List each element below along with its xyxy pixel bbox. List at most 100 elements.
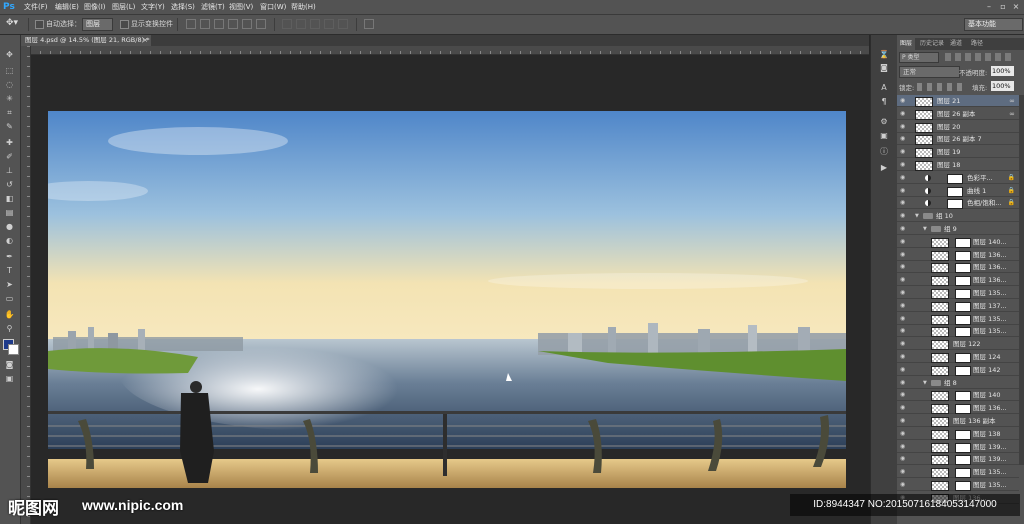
layer-row[interactable]: ◉ 曲线 1 🔒 — [897, 185, 1019, 197]
layer-mask-thumbnail[interactable] — [955, 289, 971, 299]
layer-thumbnail[interactable] — [915, 148, 933, 159]
visibility-eye-icon[interactable]: ◉ — [900, 135, 908, 142]
menu-image[interactable]: 图像(I) — [84, 0, 106, 14]
adjustments-panel-icon[interactable]: ⚙ — [878, 117, 890, 127]
styles-panel-icon[interactable]: ▣ — [878, 131, 890, 141]
layer-mask-thumbnail[interactable] — [955, 314, 971, 325]
menu-type[interactable]: 文字(Y) — [141, 0, 165, 14]
distribute-vcenter-icon[interactable] — [296, 19, 306, 29]
group-expand-icon[interactable]: ▼ — [923, 223, 927, 235]
layer-thumbnail[interactable] — [915, 122, 933, 133]
layer-row[interactable]: ◉ 图层 136... — [897, 402, 1019, 415]
layer-thumbnail[interactable] — [931, 276, 949, 287]
visibility-eye-icon[interactable]: ◉ — [900, 468, 908, 475]
screen-mode-icon[interactable]: ▣ — [3, 373, 16, 384]
layer-row[interactable]: ◉ 图层 142 — [897, 364, 1019, 376]
dodge-tool-icon[interactable]: ◐ — [3, 235, 16, 246]
layer-row[interactable]: ◉ 图层 140... — [897, 236, 1019, 248]
layer-row[interactable]: ◉ 图层 135... — [897, 479, 1019, 491]
pen-tool-icon[interactable]: ✒ — [3, 251, 16, 262]
properties-panel-icon[interactable]: ◙ — [878, 63, 890, 73]
document-tab[interactable]: 图层 4.psd @ 14.5% (图层 21, RGB/8) * × — [21, 35, 151, 46]
visibility-eye-icon[interactable]: ◉ — [900, 110, 908, 117]
type-tool-icon[interactable]: T — [3, 265, 16, 276]
layer-mask-thumbnail[interactable] — [955, 468, 971, 479]
layer-thumbnail[interactable] — [931, 353, 949, 363]
visibility-eye-icon[interactable]: ◉ — [900, 327, 908, 334]
layer-thumbnail[interactable] — [931, 237, 949, 248]
move-tool-icon[interactable]: ✥▾ — [6, 18, 18, 28]
menu-help[interactable]: 帮助(H) — [291, 0, 316, 14]
visibility-eye-icon[interactable]: ◉ — [900, 455, 908, 462]
layer-row[interactable]: ◉ 图层 135... — [897, 325, 1019, 338]
quick-mask-icon[interactable]: ◙ — [3, 359, 16, 370]
layer-thumbnail[interactable] — [915, 109, 933, 120]
visibility-eye-icon[interactable]: ◉ — [900, 212, 908, 219]
layer-mask-thumbnail[interactable] — [955, 442, 971, 453]
history-panel-icon[interactable]: ⌛ — [878, 50, 890, 60]
layer-row[interactable]: ◉ 图层 137... — [897, 300, 1019, 312]
layer-thumbnail[interactable] — [931, 340, 949, 351]
layer-row[interactable]: ◉ 图层 136... — [897, 261, 1019, 274]
visibility-eye-icon[interactable]: ◉ — [900, 263, 908, 270]
layer-thumbnail[interactable] — [931, 481, 949, 491]
crop-tool-icon[interactable]: ⌗ — [3, 107, 16, 118]
layer-mask-thumbnail[interactable] — [955, 455, 971, 466]
workspace-dropdown[interactable]: 基本功能 — [964, 18, 1023, 31]
layer-mask-thumbnail[interactable] — [955, 327, 971, 338]
gradient-tool-icon[interactable]: ▤ — [3, 207, 16, 218]
lasso-tool-icon[interactable]: ◌ — [3, 79, 16, 90]
visibility-eye-icon[interactable]: ◉ — [900, 148, 908, 155]
layer-row[interactable]: ◉ 图层 18 — [897, 159, 1019, 171]
align-right-icon[interactable] — [256, 19, 266, 29]
layer-row[interactable]: ◉ 图层 19 — [897, 146, 1019, 159]
align-hcenter-icon[interactable] — [242, 19, 252, 29]
layer-kind-filter[interactable]: P 类型 — [899, 52, 939, 63]
tab-layers[interactable]: 图层 — [897, 38, 916, 50]
opacity-field[interactable]: 100% — [991, 66, 1014, 76]
auto-align-icon[interactable] — [364, 19, 374, 29]
layer-mask-thumbnail[interactable] — [955, 404, 971, 415]
filter-icons[interactable] — [945, 53, 1015, 61]
layer-thumbnail[interactable] — [931, 442, 949, 453]
layer-row[interactable]: ◉ 图层 124 — [897, 351, 1019, 363]
healing-brush-icon[interactable]: ✚ — [3, 137, 16, 148]
layer-mask-thumbnail[interactable] — [955, 353, 971, 363]
tab-channels[interactable]: 通道 — [947, 38, 965, 50]
layer-thumbnail[interactable] — [931, 429, 949, 440]
layer-row[interactable]: ◉ 图层 140 — [897, 389, 1019, 402]
visibility-eye-icon[interactable]: ◉ — [900, 225, 908, 232]
layer-mask-thumbnail[interactable] — [955, 276, 971, 287]
layer-thumbnail[interactable] — [931, 263, 949, 274]
layer-thumbnail[interactable] — [931, 365, 949, 376]
tab-paths[interactable]: 路径 — [968, 38, 986, 50]
visibility-eye-icon[interactable]: ◉ — [900, 187, 908, 194]
menu-window[interactable]: 窗口(W) — [260, 0, 286, 14]
info-panel-icon[interactable]: ⓘ — [878, 147, 890, 157]
layer-thumbnail[interactable] — [931, 250, 949, 261]
distribute-bottom-icon[interactable] — [310, 19, 320, 29]
auto-select-checkbox[interactable] — [35, 20, 44, 29]
menu-layer[interactable]: 图层(L) — [112, 0, 135, 14]
layer-mask-thumbnail[interactable] — [947, 173, 963, 184]
layer-group-row[interactable]: ◉ ▼ 组 10 — [897, 210, 1019, 223]
history-brush-icon[interactable]: ↺ — [3, 179, 16, 190]
layer-row[interactable]: ◉ 图层 20 — [897, 121, 1019, 133]
eraser-tool-icon[interactable]: ◧ — [3, 193, 16, 204]
background-color-swatch[interactable] — [8, 344, 19, 355]
visibility-eye-icon[interactable]: ◉ — [900, 404, 908, 411]
group-expand-icon[interactable]: ▼ — [923, 377, 927, 389]
layer-thumbnail[interactable] — [931, 301, 949, 312]
layer-row[interactable]: ◉ 图层 136... — [897, 274, 1019, 287]
visibility-eye-icon[interactable]: ◉ — [900, 199, 908, 206]
menu-edit[interactable]: 编辑(E) — [55, 0, 79, 14]
layer-mask-thumbnail[interactable] — [955, 263, 971, 274]
layer-thumbnail[interactable] — [915, 97, 933, 107]
visibility-eye-icon[interactable]: ◉ — [900, 417, 908, 424]
visibility-eye-icon[interactable]: ◉ — [900, 123, 908, 130]
layer-row[interactable]: ◉ 图层 135... — [897, 466, 1019, 479]
layer-row[interactable]: ◉ 图层 136... — [897, 249, 1019, 261]
visibility-eye-icon[interactable]: ◉ — [900, 251, 908, 258]
layer-group-row[interactable]: ◉ ▼ 组 9 — [897, 223, 1019, 235]
menu-filter[interactable]: 滤镜(T) — [201, 0, 225, 14]
